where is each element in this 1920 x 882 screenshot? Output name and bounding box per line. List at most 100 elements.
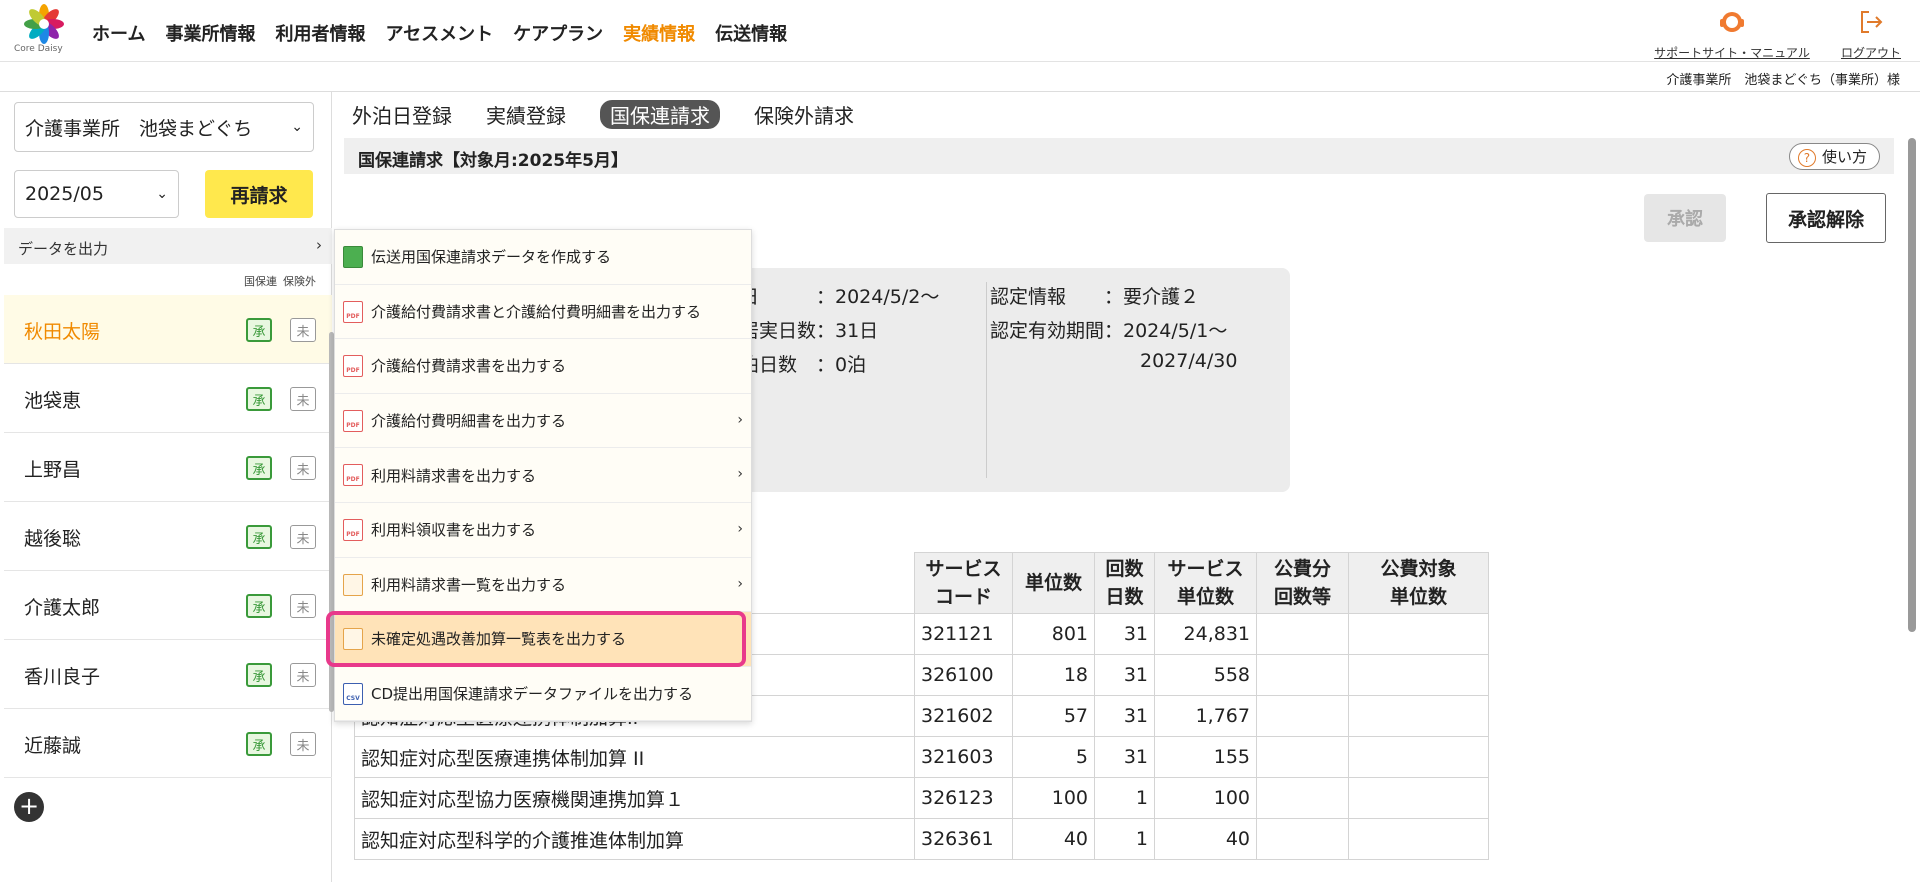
service-code: 321603 [914,736,1013,778]
service-name: 認知症対応型科学的介護推進体制加算 [354,818,915,860]
table-row: 認知症対応型協力医療機関連携加算１ 326123 100 1 100 [354,777,1489,819]
pdf-icon: PDF [343,518,363,541]
public-count [1256,777,1349,819]
logout-label[interactable]: ログアウト [1836,44,1906,61]
user-row[interactable]: 秋田太陽 承 未 [4,295,332,364]
top-bar: Core Daisy ホーム 事業所情報 利用者情報 アセスメント ケアプラン … [0,0,1920,62]
service-name: 認知症対応型医療連携体制加算 II [354,736,915,778]
user-row[interactable]: 香川良子 承 未 [4,640,332,709]
unapproved-badge: 未 [290,318,316,342]
nav-assessment[interactable]: アセスメント [385,20,493,46]
menu-item-create-transmission-data[interactable]: 伝送用国保連請求データを作成する [335,230,751,285]
unapproved-badge: 未 [290,663,316,687]
user-row[interactable]: 越後聡 承 未 [4,502,332,571]
chevron-right-icon: › [737,520,743,537]
tab-kokuhoren-billing[interactable]: 国保連請求 [600,100,720,129]
menu-item-usage-fee-list[interactable]: 利用料請求書一覧を出力する › [335,558,751,613]
table-row: 認知症対応型医療連携体制加算 II 321603 5 31 155 [354,736,1489,778]
unapprove-button[interactable]: 承認解除 [1766,193,1886,243]
unit-count: 18 [1012,654,1095,696]
day-count: 31 [1094,613,1155,655]
nav-office-info[interactable]: 事業所情報 [165,20,255,46]
document-icon [343,573,363,596]
user-row[interactable]: 池袋恵 承 未 [4,364,332,433]
menu-item-statement[interactable]: PDF 介護給付費明細書を出力する › [335,394,751,449]
help-icon: ? [1797,149,1816,167]
user-row[interactable]: 上野昌 承 未 [4,433,332,502]
user-row[interactable]: 介護太郎 承 未 [4,571,332,640]
menu-item-invoice-and-statement[interactable]: PDF 介護給付費請求書と介護給付費明細書を出力する [335,285,751,340]
service-units: 40 [1154,818,1257,860]
logout-link[interactable]: ログアウト [1836,8,1906,61]
unit-count: 801 [1012,613,1095,655]
user-name: 越後聡 [24,528,82,550]
approved-badge: 承 [246,318,272,342]
user-name: 香川良子 [24,666,101,688]
approved-badge: 承 [246,732,272,756]
pdf-icon: PDF [343,355,363,378]
chevron-down-icon: ⌄ [291,119,303,135]
menu-item-label: 利用料請求書一覧を出力する [371,575,567,594]
service-code: 321602 [914,695,1013,737]
usage-button[interactable]: ? 使い方 [1788,143,1880,170]
public-units [1348,736,1489,778]
unapproved-badge: 未 [290,456,316,480]
highlight-frame [326,611,746,667]
table-header: サービス コード [914,552,1013,614]
main-nav: ホーム 事業所情報 利用者情報 アセスメント ケアプラン 実績情報 伝送情報 [92,20,787,46]
month-select[interactable]: 2025/05 ⌄ [14,170,179,218]
support-label[interactable]: サポートサイト・マニュアル [1652,44,1812,61]
nav-performance[interactable]: 実績情報 [623,20,695,46]
nav-home[interactable]: ホーム [92,20,145,46]
user-name: 介護太郎 [24,597,101,619]
chevron-right-icon: › [737,411,743,428]
month-select-value: 2025/05 [25,183,104,205]
tab-non-insurance-billing[interactable]: 保険外請求 [754,100,854,129]
tab-overnight[interactable]: 外泊日登録 [352,100,452,129]
public-units [1348,818,1489,860]
rebill-button[interactable]: 再請求 [205,170,313,218]
nav-user-info[interactable]: 利用者情報 [275,20,365,46]
divider [986,282,987,478]
tab-performance[interactable]: 実績登録 [486,100,566,129]
user-info-panel: 日 ：2024/5/2〜 居実日数：31日 泊日数 ：0泊 認定情報 ：要介護２… [740,268,1290,492]
add-user-icon[interactable]: + [14,792,44,822]
office-user-name: 介護事業所 池袋まどぐち（事業所）様 [1666,73,1900,88]
data-output-menu[interactable]: データを出力 › [4,228,332,264]
service-code: 326100 [914,654,1013,696]
service-units: 1,767 [1154,695,1257,737]
menu-item-cd-submission-file[interactable]: CSV CD提出用国保連請求データファイルを出力する [335,667,751,722]
menu-item-label: 介護給付費請求書を出力する [371,357,567,376]
logout-icon [1861,11,1883,33]
chevron-right-icon: › [316,236,322,254]
service-units: 24,831 [1154,613,1257,655]
menu-item-usage-fee-invoice[interactable]: PDF 利用料請求書を出力する › [335,448,751,503]
main-scrollbar[interactable] [1908,138,1916,632]
tab-bar: 外泊日登録 実績登録 国保連請求 保険外請求 [352,100,854,129]
pdf-icon: PDF [343,409,363,432]
day-count: 31 [1094,736,1155,778]
public-count [1256,818,1349,860]
support-link[interactable]: サポートサイト・マニュアル [1652,8,1812,61]
unit-count: 40 [1012,818,1095,860]
public-count [1256,613,1349,655]
nav-care-plan[interactable]: ケアプラン [513,20,603,46]
office-select-value: 介護事業所 池袋まどぐち [25,117,253,140]
office-select[interactable]: 介護事業所 池袋まどぐち ⌄ [14,102,314,152]
menu-item-label: 介護給付費請求書と介護給付費明細書を出力する [371,302,702,321]
day-count: 31 [1094,695,1155,737]
menu-item-label: 利用料領収書を出力する [371,521,537,540]
service-code: 326361 [914,818,1013,860]
user-row[interactable]: 近藤誠 承 未 [4,709,332,778]
nav-transmission[interactable]: 伝送情報 [715,20,787,46]
menu-item-usage-fee-receipt[interactable]: PDF 利用料領収書を出力する › [335,503,751,558]
public-units [1348,613,1489,655]
col-head-hokengai: 保険外 [283,275,316,288]
approve-button[interactable]: 承認 [1644,194,1726,242]
page-title-bar: 国保連請求【対象月:2025年5月】 ? 使い方 [344,138,1894,174]
menu-item-invoice[interactable]: PDF 介護給付費請求書を出力する [335,339,751,394]
approved-badge: 承 [246,525,272,549]
approved-badge: 承 [246,663,272,687]
service-units: 155 [1154,736,1257,778]
day-count: 31 [1094,654,1155,696]
